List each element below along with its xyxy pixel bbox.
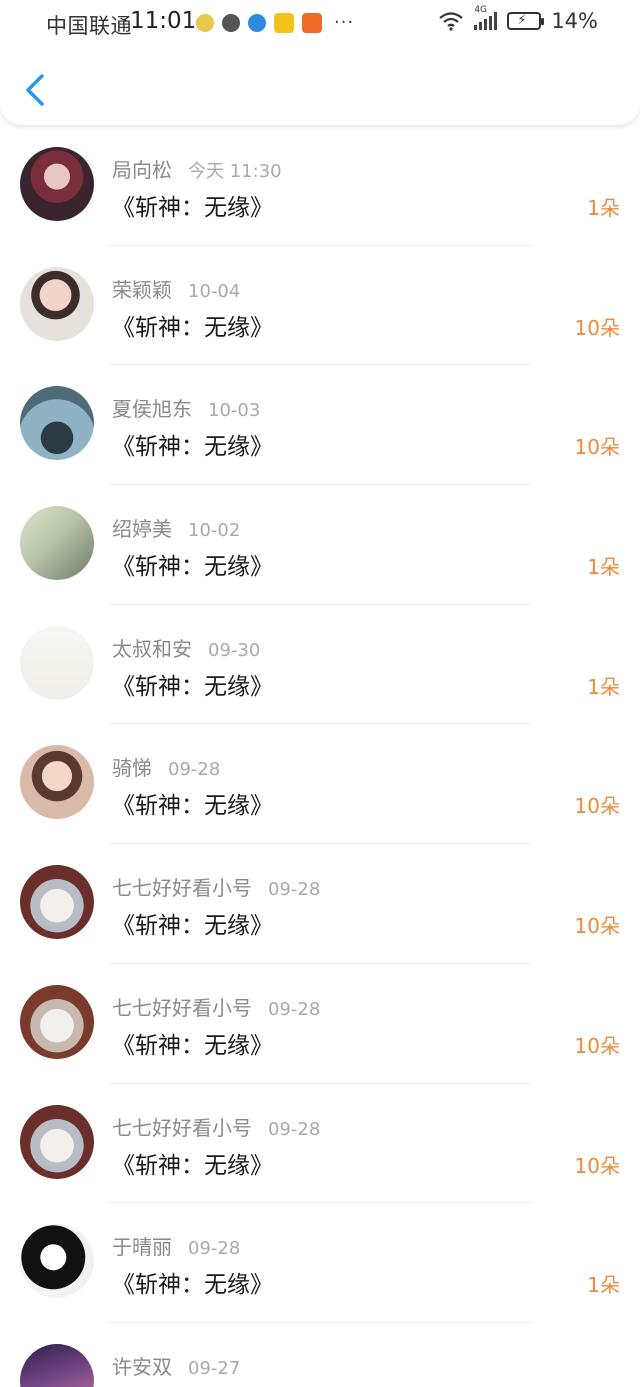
gift-record-row[interactable]: 七七好好看小号 09-28 《斩神：无缘》 10朵 [0, 964, 640, 1084]
book-title: 《斩神：无缘》 [112, 913, 273, 940]
user-name: 于晴丽 [112, 1235, 172, 1260]
gift-amount: 1朵 [587, 196, 620, 220]
record-date: 10-02 [188, 520, 241, 542]
cell-signal: 4G [474, 5, 498, 30]
book-title: 《斩神：无缘》 [112, 314, 273, 341]
app-notification-icon [248, 13, 266, 32]
gift-amount: 1朵 [587, 555, 620, 580]
user-name: 许安双 [112, 1354, 172, 1379]
book-title: 《斩神：无缘》 [112, 195, 273, 221]
avatar[interactable] [20, 266, 94, 341]
record-date: 09-28 [168, 759, 221, 781]
user-name: 骑悌 [112, 756, 152, 781]
app-notification-icon [222, 13, 240, 32]
app-notification-icon [196, 13, 214, 32]
wifi-icon [439, 12, 464, 31]
book-title: 《斩神：无缘》 [112, 673, 273, 700]
gift-record-row[interactable]: 许安双 09-27 [0, 1323, 640, 1387]
record-user: 骑悌 09-28 [112, 752, 220, 781]
record-user: 太叔和安 09-30 [112, 633, 260, 662]
gift-record-row[interactable]: 七七好好看小号 09-28 《斩神：无缘》 10朵 [0, 844, 640, 964]
avatar[interactable] [20, 147, 94, 221]
record-user: 许安双 09-27 [112, 1351, 240, 1380]
record-date: 09-28 [268, 879, 321, 901]
record-user: 七七好好看小号 09-28 [112, 872, 320, 901]
book-title: 《斩神：无缘》 [112, 1032, 273, 1059]
gift-amount: 1朵 [587, 674, 620, 699]
book-title: 《斩神：无缘》 [112, 1152, 273, 1179]
book-title: 《斩神：无缘》 [112, 554, 273, 581]
gift-amount: 10朵 [574, 435, 620, 460]
avatar[interactable] [20, 386, 94, 461]
carrier-label: 中国联通 [46, 14, 132, 38]
avatar[interactable] [20, 506, 94, 581]
app-notification-icon [274, 12, 294, 33]
record-date: 09-28 [188, 1238, 241, 1260]
record-date: 09-28 [268, 1118, 321, 1140]
avatar[interactable] [20, 865, 94, 940]
battery-icon: ⚡ [507, 12, 545, 30]
user-name: 局向松 [112, 158, 172, 182]
avatar[interactable] [20, 1343, 94, 1387]
record-user: 夏侯旭东 10-03 [112, 393, 260, 422]
gift-amount: 1朵 [587, 1273, 620, 1298]
user-name: 太叔和安 [112, 636, 192, 661]
gift-record-row[interactable]: 绍婷美 10-02 《斩神：无缘》 1朵 [0, 485, 640, 605]
user-name: 七七好好看小号 [112, 876, 252, 901]
gift-amount: 10朵 [574, 1153, 620, 1178]
record-date: 09-30 [208, 639, 261, 661]
status-right: 4G ⚡ 14% [438, 5, 598, 33]
clock: 11:01 [130, 8, 197, 34]
user-name: 七七好好看小号 [112, 1115, 252, 1140]
record-date: 09-27 [188, 1357, 241, 1379]
avatar[interactable] [20, 745, 94, 820]
gift-record-list: 局向松 今天 11:30 《斩神：无缘》 1朵 荣颖颖 10-04 《斩神：无缘》 … [0, 126, 640, 1387]
record-date: 10-04 [188, 280, 241, 302]
record-user: 绍婷美 10-02 [112, 513, 240, 542]
gift-record-row[interactable]: 骑悌 09-28 《斩神：无缘》 10朵 [0, 724, 640, 845]
user-name: 七七好好看小号 [112, 995, 252, 1020]
user-name: 绍婷美 [112, 517, 172, 542]
book-title: 《斩神：无缘》 [112, 1272, 273, 1299]
gift-amount: 10朵 [574, 315, 620, 340]
gift-record-row[interactable]: 局向松 今天 11:30 《斩神：无缘》 1朵 [0, 126, 640, 246]
back-button[interactable] [22, 72, 48, 108]
record-user: 局向松 今天 11:30 [112, 154, 282, 183]
gift-record-row[interactable]: 于晴丽 09-28 《斩神：无缘》 1朵 [0, 1203, 640, 1323]
record-date: 今天 11:30 [188, 161, 282, 182]
record-user: 于晴丽 09-28 [112, 1231, 240, 1260]
gift-record-row[interactable]: 夏侯旭东 10-03 《斩神：无缘》 10朵 [0, 365, 640, 486]
gift-record-row[interactable]: 荣颖颖 10-04 《斩神：无缘》 10朵 [0, 246, 640, 366]
book-title: 《斩神：无缘》 [112, 434, 273, 461]
record-date: 10-03 [208, 400, 261, 422]
status-bar: 中国联通 11:01 ··· 4G ⚡ 14% [0, 0, 640, 44]
notification-icons: ··· [196, 12, 354, 33]
record-user: 七七好好看小号 09-28 [112, 1112, 320, 1141]
gift-amount: 10朵 [574, 1033, 620, 1058]
gift-amount: 10朵 [574, 914, 620, 939]
network-type-label: 4G [474, 5, 488, 15]
record-user: 七七好好看小号 09-28 [112, 992, 320, 1021]
avatar[interactable] [20, 625, 94, 700]
user-name: 夏侯旭东 [112, 397, 192, 422]
gift-amount: 10朵 [574, 794, 620, 819]
record-date: 09-28 [268, 998, 321, 1020]
gift-record-row[interactable]: 七七好好看小号 09-28 《斩神：无缘》 10朵 [0, 1084, 640, 1204]
top-bar: 中国联通 11:01 ··· 4G ⚡ 14% [0, 0, 640, 126]
battery-level: 14% [551, 9, 598, 33]
gift-record-row[interactable]: 太叔和安 09-30 《斩神：无缘》 1朵 [0, 605, 640, 725]
avatar[interactable] [20, 1224, 94, 1299]
app-notification-icon [302, 12, 322, 33]
user-name: 荣颖颖 [112, 277, 172, 302]
avatar[interactable] [20, 984, 94, 1059]
avatar[interactable] [20, 1104, 94, 1179]
more-notifications-icon: ··· [334, 12, 355, 33]
record-user: 荣颖颖 10-04 [112, 274, 240, 303]
book-title: 《斩神：无缘》 [112, 793, 273, 820]
